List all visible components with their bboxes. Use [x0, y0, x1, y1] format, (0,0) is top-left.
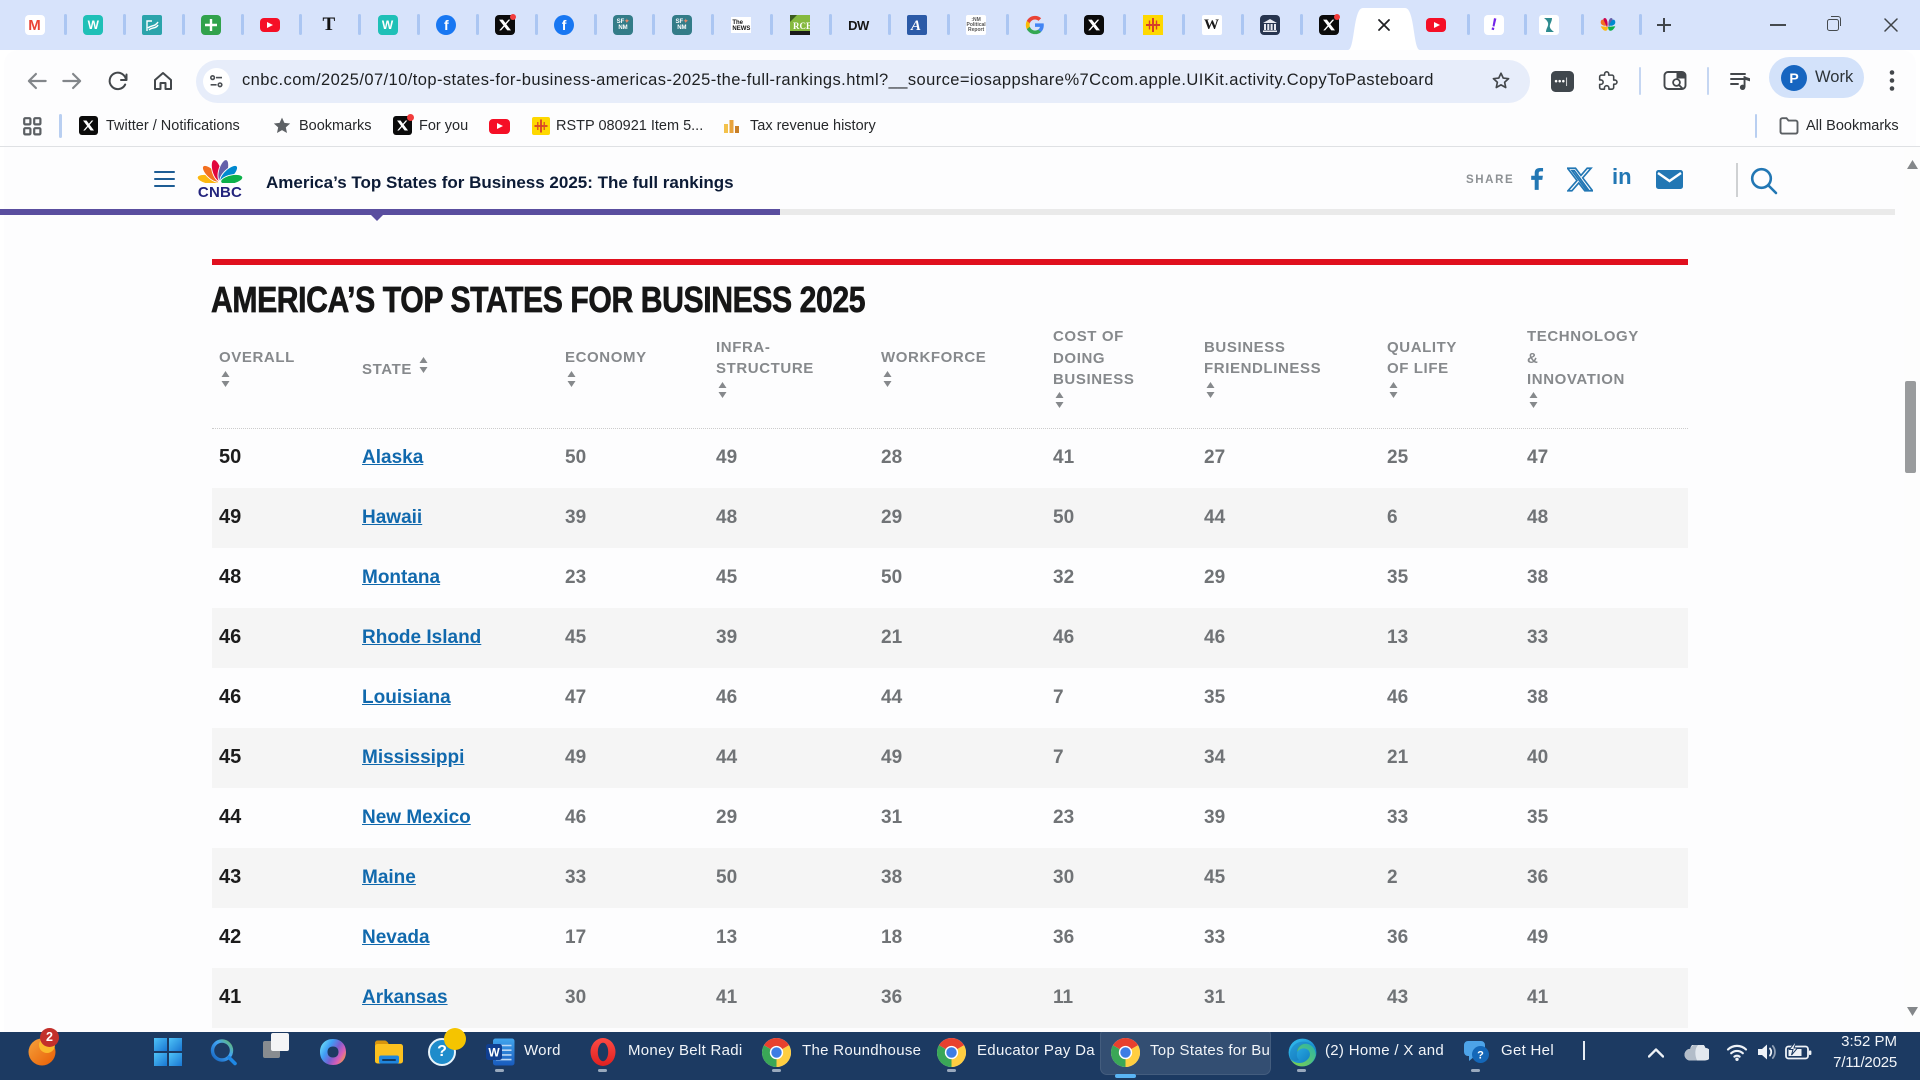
- svg-text:W: W: [488, 1046, 500, 1060]
- svg-text:RCE: RCE: [793, 21, 810, 31]
- svg-text:?: ?: [1477, 1050, 1484, 1062]
- svg-text:A: A: [910, 18, 921, 34]
